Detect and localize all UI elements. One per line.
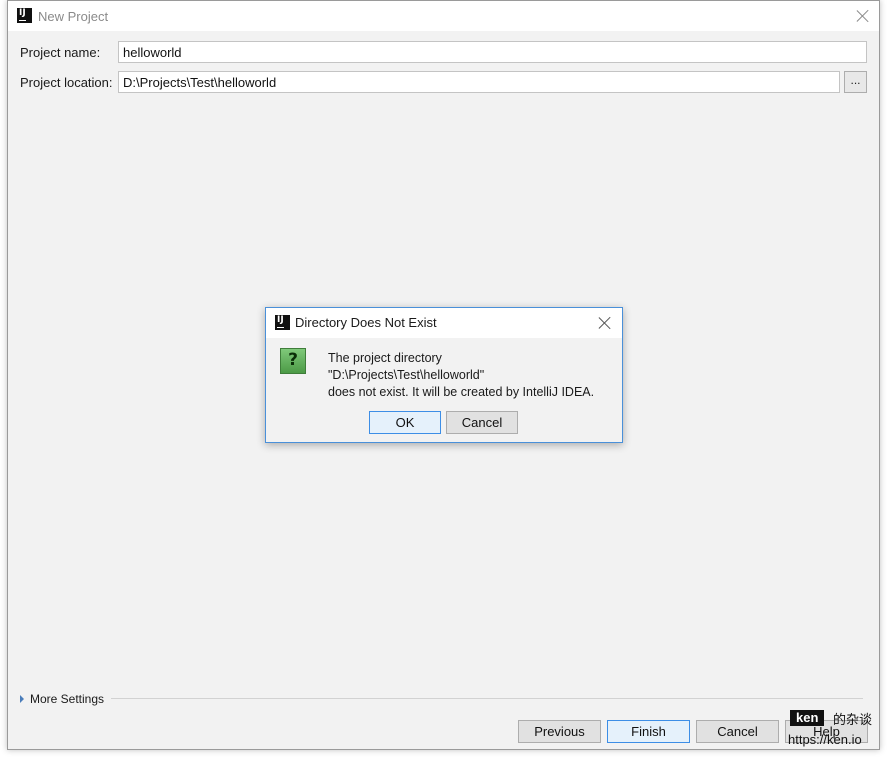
cancel-button[interactable]: Cancel xyxy=(696,720,779,743)
triangle-right-icon xyxy=(20,695,24,703)
watermark-badge: ken xyxy=(790,710,825,726)
browse-button[interactable]: ... xyxy=(844,71,867,93)
close-icon[interactable] xyxy=(856,9,870,23)
project-location-input[interactable] xyxy=(118,71,840,93)
dialog-message-line: "D:\Projects\Test\helloworld" xyxy=(328,368,485,382)
close-icon[interactable] xyxy=(598,316,612,330)
intellij-logo-icon: IJ xyxy=(275,315,290,330)
dialog-message-line: does not exist. It will be created by In… xyxy=(328,385,595,399)
finish-button[interactable]: Finish xyxy=(607,720,690,743)
more-settings-label: More Settings xyxy=(30,692,105,706)
question-icon: ? xyxy=(280,348,306,374)
window-titlebar: IJ New Project xyxy=(8,1,879,31)
project-name-input[interactable] xyxy=(118,41,867,63)
dialog-titlebar: IJ Directory Does Not Exist xyxy=(266,308,622,338)
directory-does-not-exist-dialog: IJ Directory Does Not Exist ? The projec… xyxy=(265,307,623,443)
watermark: ken 的杂谈 https://ken.io xyxy=(786,709,886,754)
project-name-label: Project name: xyxy=(20,45,101,60)
dialog-cancel-button[interactable]: Cancel xyxy=(446,411,518,434)
watermark-url: https://ken.io xyxy=(788,732,862,747)
window-title: New Project xyxy=(38,9,109,24)
project-location-label: Project location: xyxy=(20,75,113,90)
dialog-message-line: The project directory xyxy=(328,351,442,365)
ok-button[interactable]: OK xyxy=(369,411,441,434)
more-settings-toggle[interactable]: More Settings xyxy=(20,692,104,706)
settings-separator xyxy=(111,698,863,699)
previous-button[interactable]: Previous xyxy=(518,720,601,743)
intellij-logo-icon: IJ xyxy=(17,8,32,23)
watermark-text: 的杂谈 xyxy=(833,713,873,728)
dialog-title: Directory Does Not Exist xyxy=(295,315,437,330)
